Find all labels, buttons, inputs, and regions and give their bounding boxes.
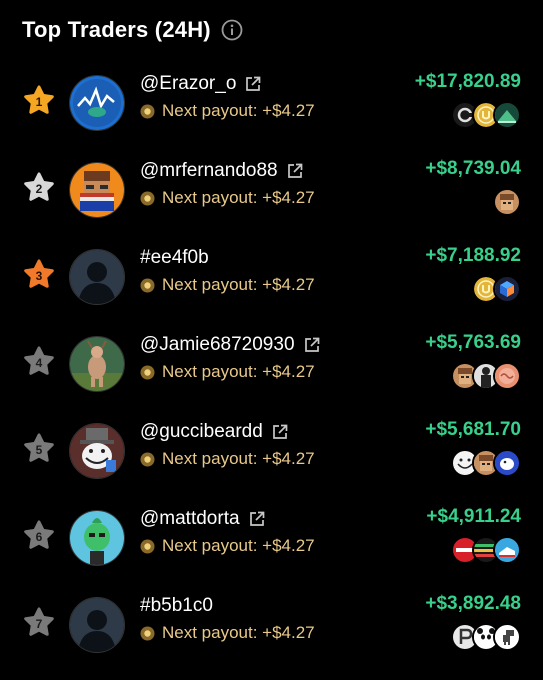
- pnl-amount: +$5,763.69: [425, 332, 521, 353]
- trader-name[interactable]: @Jamie68720930: [140, 334, 295, 356]
- next-payout-text: Next payout: +$4.27: [162, 101, 315, 120]
- trader-name[interactable]: @mrfernando88: [140, 160, 278, 182]
- next-payout-text: Next payout: +$4.27: [162, 275, 315, 294]
- next-payout-text: Next payout: +$4.27: [162, 188, 315, 207]
- rank-star-icon: 7: [24, 607, 54, 637]
- page-header: Top Traders (24H): [22, 17, 243, 43]
- next-payout-text: Next payout: +$4.27: [162, 362, 315, 381]
- token-stack: [472, 275, 521, 303]
- pnl-amount: +$8,739.04: [425, 158, 521, 179]
- pnl-amount: +$17,820.89: [414, 71, 521, 92]
- payout-line: Next payout: +$4.27: [140, 449, 315, 469]
- trader-name-line: @Jamie68720930: [140, 334, 321, 356]
- green-pepe-avatar[interactable]: [69, 510, 125, 566]
- default-silhouette-avatar[interactable]: [69, 597, 125, 653]
- blue-cube-token[interactable]: [493, 275, 521, 303]
- payout-line: Next payout: +$4.27: [140, 362, 315, 382]
- trader-name-line: @Erazor_o: [140, 73, 262, 95]
- trader-row[interactable]: 5 @guccibeardd Next payout: +$4.27 +$5,681.…: [0, 410, 543, 497]
- trader-name[interactable]: @guccibeardd: [140, 421, 263, 443]
- coin-icon: [140, 104, 155, 119]
- coin-icon: [140, 539, 155, 554]
- default-silhouette-avatar[interactable]: [69, 249, 125, 305]
- rank-star-icon: 6: [24, 520, 54, 550]
- coin-icon: [140, 365, 155, 380]
- token-stack: [451, 623, 521, 651]
- external-link-icon[interactable]: [286, 162, 304, 180]
- rank-number: 3: [35, 268, 43, 283]
- deer-figure-avatar[interactable]: [69, 336, 125, 392]
- sneaker-token[interactable]: [493, 536, 521, 564]
- payout-line: Next payout: +$4.27: [140, 275, 315, 295]
- trader-row[interactable]: 1 @Erazor_o Next payout: +$4.27 +$17,820.89: [0, 62, 543, 149]
- trader-name[interactable]: #b5b1c0: [140, 595, 213, 617]
- trader-row[interactable]: 3 #ee4f0b Next payout: +$4.27 +$7,188.92: [0, 236, 543, 323]
- next-payout-text: Next payout: +$4.27: [162, 623, 315, 642]
- token-stack: [451, 449, 521, 477]
- trader-row[interactable]: 6 @mattdorta Next payout: +$4.27 +$4,911.24: [0, 497, 543, 584]
- token-stack: [451, 362, 521, 390]
- green-mountain-token[interactable]: [493, 101, 521, 129]
- token-stack: [451, 536, 521, 564]
- coin-icon: [140, 191, 155, 206]
- trader-name-line: @mattdorta: [140, 508, 266, 530]
- pnl-amount: +$4,911.24: [426, 506, 521, 527]
- trader-name-line: @guccibeardd: [140, 421, 289, 443]
- rank-number: 6: [35, 529, 43, 544]
- blue-bird-token[interactable]: [493, 449, 521, 477]
- info-icon[interactable]: [221, 19, 243, 41]
- blue-chart-avatar[interactable]: [69, 75, 125, 131]
- trader-name-line: #ee4f0b: [140, 247, 209, 269]
- trader-name[interactable]: @mattdorta: [140, 508, 240, 530]
- trader-name-line: #b5b1c0: [140, 595, 213, 617]
- external-link-icon[interactable]: [244, 75, 262, 93]
- rank-number: 2: [35, 181, 43, 196]
- rank-star-icon: 5: [24, 433, 54, 463]
- coin-icon: [140, 626, 155, 641]
- pink-brain-token[interactable]: [493, 362, 521, 390]
- rank-star-icon: 2: [24, 172, 54, 202]
- trader-list: 1 @Erazor_o Next payout: +$4.27 +$17,820.89…: [0, 62, 543, 671]
- trollface-hat-avatar[interactable]: [69, 423, 125, 479]
- coin-icon: [140, 452, 155, 467]
- page-title: Top Traders (24H): [22, 17, 211, 42]
- payout-line: Next payout: +$4.27: [140, 623, 315, 643]
- trader-name-line: @mrfernando88: [140, 160, 304, 182]
- pnl-amount: +$7,188.92: [425, 245, 521, 266]
- rank-star-icon: 3: [24, 259, 54, 289]
- pnl-amount: +$3,892.48: [425, 593, 521, 614]
- token-stack: [493, 188, 521, 216]
- next-payout-text: Next payout: +$4.27: [162, 536, 315, 555]
- payout-line: Next payout: +$4.27: [140, 101, 315, 121]
- trader-row[interactable]: 7 #b5b1c0 Next payout: +$4.27 +$3,892.48: [0, 584, 543, 671]
- trader-row[interactable]: 4 @Jamie68720930 Next payout: +$4.27 +$5,76…: [0, 323, 543, 410]
- tan-face-token[interactable]: [493, 188, 521, 216]
- rank-number: 7: [35, 616, 43, 631]
- rank-star-icon: 4: [24, 346, 54, 376]
- trader-name[interactable]: @Erazor_o: [140, 73, 236, 95]
- rank-number: 4: [35, 355, 43, 370]
- external-link-icon[interactable]: [248, 510, 266, 528]
- external-link-icon[interactable]: [303, 336, 321, 354]
- trader-row[interactable]: 2 @mrfernando88 Next payout: +$4.27 +$8,739…: [0, 149, 543, 236]
- token-stack: [451, 101, 521, 129]
- pnl-amount: +$5,681.70: [425, 419, 521, 440]
- pixel-punk-avatar[interactable]: [69, 162, 125, 218]
- rank-star-icon: 1: [24, 85, 54, 115]
- rank-number: 5: [35, 442, 43, 457]
- coin-icon: [140, 278, 155, 293]
- payout-line: Next payout: +$4.27: [140, 188, 315, 208]
- trader-name[interactable]: #ee4f0b: [140, 247, 209, 269]
- next-payout-text: Next payout: +$4.27: [162, 449, 315, 468]
- payout-line: Next payout: +$4.27: [140, 536, 315, 556]
- dino-token[interactable]: [493, 623, 521, 651]
- rank-number: 1: [35, 94, 43, 109]
- external-link-icon[interactable]: [271, 423, 289, 441]
